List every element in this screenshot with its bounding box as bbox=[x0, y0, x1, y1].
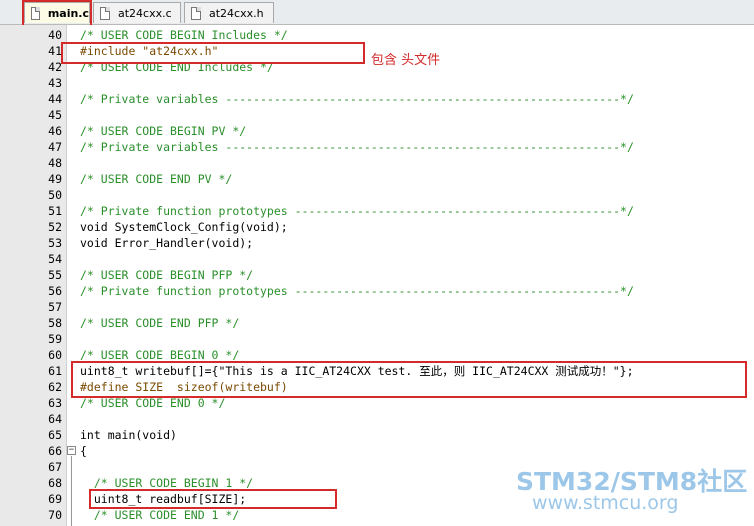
tab-at24cxx-c[interactable]: at24cxx.c bbox=[93, 2, 181, 23]
code-line[interactable]: /* USER CODE BEGIN PV */ bbox=[80, 123, 246, 139]
line-number: 44 bbox=[48, 92, 62, 106]
line-number: 70 bbox=[48, 508, 62, 522]
line-number: 61 bbox=[48, 364, 62, 378]
line-number: 41 bbox=[48, 44, 62, 58]
line-number: 60 bbox=[48, 348, 62, 362]
line-number: 58 bbox=[48, 316, 62, 330]
line-number: 66 bbox=[48, 444, 62, 458]
highlight-box-readbuf bbox=[89, 489, 337, 509]
line-number: 62 bbox=[48, 380, 62, 394]
line-number: 50 bbox=[48, 188, 62, 202]
editor-tab-bar: main.c at24cxx.c at24cxx.h bbox=[0, 0, 754, 25]
code-line[interactable]: void SystemClock_Config(void); bbox=[80, 219, 288, 235]
code-line[interactable]: /* USER CODE END PV */ bbox=[80, 171, 232, 187]
line-number: 42 bbox=[48, 60, 62, 74]
code-line[interactable]: /* Private function prototypes ---------… bbox=[80, 283, 634, 299]
line-number: 64 bbox=[48, 412, 62, 426]
line-number: 40 bbox=[48, 28, 62, 42]
fold-guide-line bbox=[71, 456, 72, 526]
code-line[interactable]: /* Private variables -------------------… bbox=[80, 139, 634, 155]
line-number: 59 bbox=[48, 332, 62, 346]
code-line[interactable]: /* USER CODE END 1 */ bbox=[80, 507, 239, 523]
highlight-box-tab bbox=[22, 0, 92, 28]
code-line[interactable]: int main(void) bbox=[80, 427, 177, 443]
annotation-include-header: 包含 头文件 bbox=[371, 53, 441, 68]
code-line[interactable]: /* USER CODE BEGIN PFP */ bbox=[80, 267, 253, 283]
line-number: 65 bbox=[48, 428, 62, 442]
tab-label: at24cxx.h bbox=[209, 6, 264, 20]
code-line[interactable]: /* USER CODE BEGIN Includes */ bbox=[80, 27, 288, 43]
line-number: 47 bbox=[48, 140, 62, 154]
line-number: 67 bbox=[48, 460, 62, 474]
line-number: 46 bbox=[48, 124, 62, 138]
line-number: 48 bbox=[48, 156, 62, 170]
line-number: 54 bbox=[48, 252, 62, 266]
code-line[interactable]: void Error_Handler(void); bbox=[80, 235, 253, 251]
code-line[interactable]: /* Private variables -------------------… bbox=[80, 91, 634, 107]
line-number: 55 bbox=[48, 268, 62, 282]
fold-toggle-icon[interactable]: − bbox=[67, 446, 76, 455]
line-number: 63 bbox=[48, 396, 62, 410]
tab-at24cxx-h[interactable]: at24cxx.h bbox=[184, 2, 274, 23]
line-number: 52 bbox=[48, 220, 62, 234]
line-number: 45 bbox=[48, 108, 62, 122]
code-line[interactable]: /* USER CODE END PFP */ bbox=[80, 315, 239, 331]
code-line[interactable]: { bbox=[80, 443, 87, 459]
highlight-box-writebuf bbox=[71, 361, 747, 398]
line-number: 56 bbox=[48, 284, 62, 298]
tab-label: at24cxx.c bbox=[118, 6, 172, 20]
file-icon bbox=[191, 6, 201, 20]
line-number: 68 bbox=[48, 476, 62, 490]
watermark-url: www.stmcu.org bbox=[532, 492, 679, 514]
line-number: 69 bbox=[48, 492, 62, 506]
line-number: 51 bbox=[48, 204, 62, 218]
code-line[interactable]: /* Private function prototypes ---------… bbox=[80, 203, 634, 219]
line-number: 43 bbox=[48, 76, 62, 90]
file-icon bbox=[100, 6, 110, 20]
line-number: 57 bbox=[48, 300, 62, 314]
line-number: 49 bbox=[48, 172, 62, 186]
highlight-box-include bbox=[61, 42, 365, 64]
line-number: 53 bbox=[48, 236, 62, 250]
